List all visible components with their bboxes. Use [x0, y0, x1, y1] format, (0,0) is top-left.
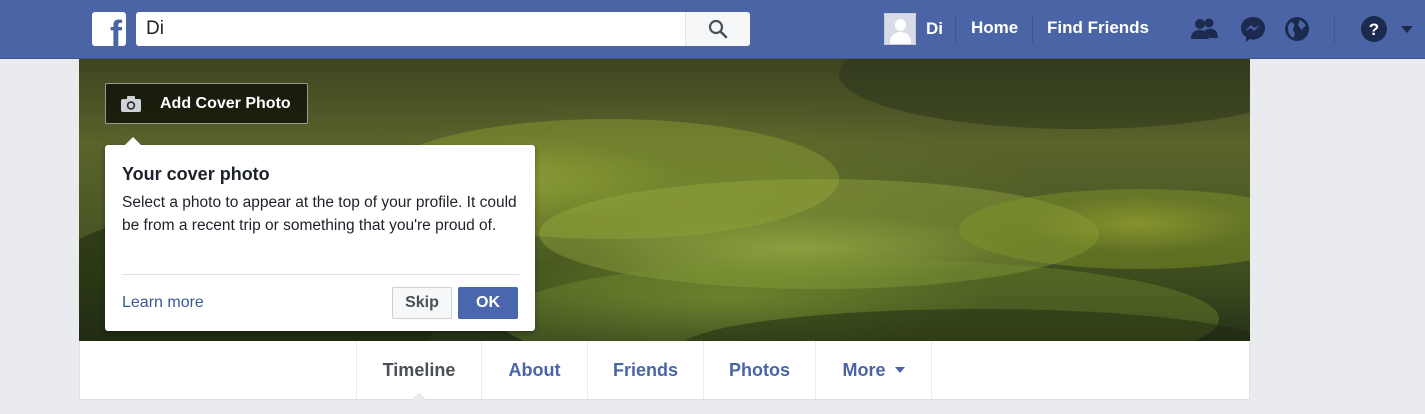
- learn-more-link[interactable]: Learn more: [122, 294, 204, 312]
- facebook-logo-letter: f: [110, 13, 122, 47]
- chevron-down-icon: [894, 367, 905, 373]
- tab-label: About: [508, 359, 561, 380]
- tab-label: Timeline: [382, 359, 456, 380]
- add-cover-photo-button[interactable]: Add Cover Photo: [105, 83, 308, 124]
- tab-more[interactable]: More: [816, 341, 932, 399]
- notifications-globe-icon[interactable]: [1282, 14, 1312, 44]
- search-bar: [136, 12, 750, 46]
- profile-name: Di: [926, 19, 943, 38]
- nav-divider: [1032, 14, 1033, 44]
- search-icon: [708, 19, 728, 39]
- ok-button[interactable]: OK: [458, 287, 518, 319]
- tooltip-divider: [122, 274, 519, 275]
- profile-link[interactable]: Di: [884, 12, 943, 46]
- skip-button[interactable]: Skip: [392, 287, 452, 319]
- tab-timeline[interactable]: Timeline: [356, 341, 482, 399]
- cover-photo-tooltip: Your cover photo Select a photo to appea…: [105, 137, 535, 331]
- messenger-icon[interactable]: [1238, 14, 1268, 44]
- account-menu-caret-icon[interactable]: [1399, 14, 1415, 44]
- tooltip-title: Your cover photo: [122, 164, 270, 184]
- tab-label: More: [842, 359, 886, 380]
- camera-icon: [121, 95, 141, 112]
- tooltip-arrow: [125, 137, 141, 145]
- home-link[interactable]: Home: [971, 18, 1018, 38]
- friend-requests-icon[interactable]: [1189, 14, 1219, 44]
- tab-label: Photos: [729, 359, 790, 380]
- tooltip-body: Select a photo to appear at the top of y…: [122, 194, 517, 234]
- svg-text:?: ?: [1369, 20, 1379, 39]
- tab-about[interactable]: About: [482, 341, 588, 399]
- tab-label: Friends: [612, 359, 678, 380]
- nav-divider: [1334, 14, 1335, 44]
- nav-divider: [955, 14, 956, 44]
- search-input[interactable]: [136, 12, 684, 46]
- help-icon[interactable]: ?: [1359, 14, 1389, 44]
- top-navigation-bar: f Di Home Find Friends: [0, 0, 1425, 59]
- facebook-logo[interactable]: f: [92, 12, 126, 46]
- add-cover-photo-label: Add Cover Photo: [160, 94, 291, 112]
- tab-photos[interactable]: Photos: [704, 341, 816, 399]
- search-button[interactable]: [685, 12, 750, 46]
- tab-friends[interactable]: Friends: [588, 341, 704, 399]
- avatar: [884, 13, 916, 45]
- profile-tabs: Timeline About Friends Photos More: [79, 341, 1250, 400]
- find-friends-link[interactable]: Find Friends: [1047, 18, 1149, 38]
